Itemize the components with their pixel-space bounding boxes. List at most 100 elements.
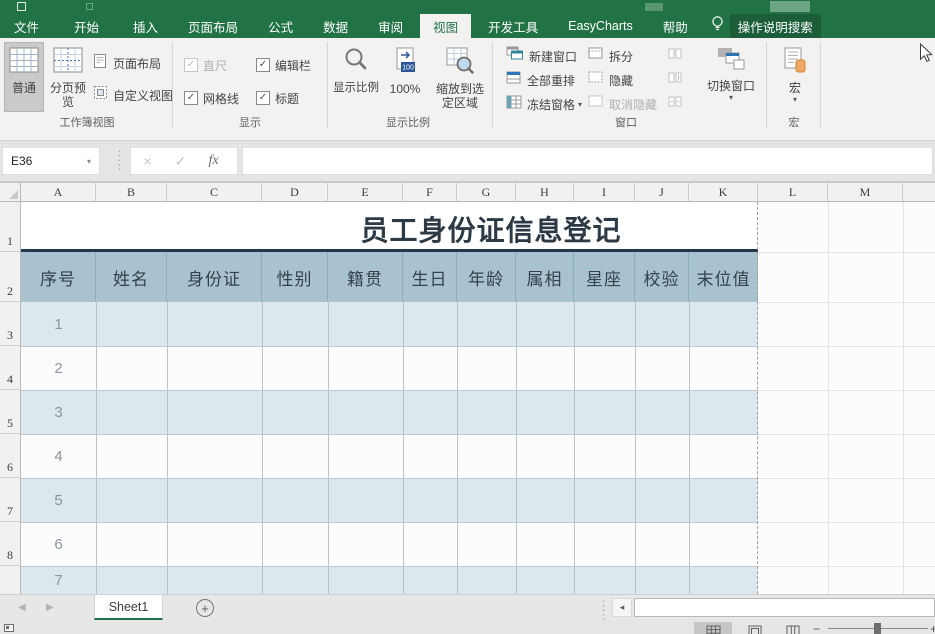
table-header-cell[interactable]: 年龄 <box>457 252 516 302</box>
drag-handle-icon[interactable]: ⋮⋮ <box>113 151 124 169</box>
gridlines-checkbox[interactable]: ✓ 网格线 <box>184 90 239 106</box>
table-row[interactable]: 4 <box>21 434 758 478</box>
insert-function-button[interactable]: fx <box>197 153 230 169</box>
serial-cell[interactable]: 3 <box>21 390 96 434</box>
table-header-cell[interactable]: 序号 <box>21 252 96 302</box>
page-layout-view-button[interactable]: 页面布局 <box>93 54 161 72</box>
macro-record-icon[interactable] <box>4 624 14 632</box>
freeze-panes-button[interactable]: 冻结窗格 ▾ <box>506 95 582 113</box>
row-header[interactable]: 8 <box>0 522 20 566</box>
status-page-break-button[interactable] <box>774 622 812 634</box>
row-header[interactable]: 2 <box>0 252 20 302</box>
normal-view-button[interactable]: 普通 <box>4 42 44 112</box>
serial-cell[interactable]: 7 <box>21 566 96 594</box>
zoom-to-selection-button[interactable]: 缩放到选定区域 <box>430 42 490 112</box>
column-header[interactable]: C <box>167 183 262 201</box>
status-page-layout-button[interactable] <box>736 622 774 634</box>
tab-help[interactable]: 帮助 <box>650 14 701 38</box>
tab-page-layout[interactable]: 页面布局 <box>175 14 251 38</box>
column-header[interactable]: E <box>328 183 403 201</box>
zoom-out-icon[interactable]: − <box>813 622 820 634</box>
column-header[interactable] <box>903 183 935 201</box>
formula-bar-checkbox[interactable]: ✓ 编辑栏 <box>256 57 311 73</box>
name-box[interactable]: E36 ▾ <box>2 147 100 175</box>
split-button[interactable]: 拆分 <box>588 47 633 65</box>
search-input[interactable]: 操作说明搜索 <box>730 14 821 39</box>
table-header-cell[interactable]: 属相 <box>516 252 574 302</box>
column-header[interactable]: I <box>574 183 635 201</box>
formula-input[interactable] <box>242 147 933 175</box>
column-header[interactable]: A <box>21 183 96 201</box>
drag-handle-icon[interactable]: ⋮⋮ <box>597 601 608 619</box>
hscroll-left-button[interactable]: ◂ <box>612 598 632 617</box>
headings-checkbox[interactable]: ✓ 标题 <box>256 90 299 106</box>
serial-cell[interactable]: 2 <box>21 346 96 390</box>
row-header[interactable]: 3 <box>0 302 20 346</box>
column-header[interactable]: J <box>635 183 689 201</box>
table-header-cell[interactable]: 身份证 <box>167 252 262 302</box>
table-row[interactable]: 1 <box>21 302 758 346</box>
table-header-cell[interactable]: 性别 <box>262 252 328 302</box>
table-header-cell[interactable]: 姓名 <box>96 252 167 302</box>
status-normal-view-button[interactable] <box>694 622 732 634</box>
tell-me-search[interactable]: 操作说明搜索 <box>711 14 821 38</box>
column-header[interactable]: G <box>457 183 516 201</box>
unhide-button[interactable]: 取消隐藏 <box>588 95 657 113</box>
serial-cell[interactable]: 4 <box>21 434 96 478</box>
zoom-button[interactable]: 显示比例 <box>332 42 380 112</box>
serial-cell[interactable]: 1 <box>21 302 96 346</box>
synchronous-scrolling-button[interactable] <box>668 71 682 89</box>
tab-data[interactable]: 数据 <box>310 14 361 38</box>
row-header[interactable]: 4 <box>0 346 20 390</box>
column-header[interactable]: H <box>516 183 574 201</box>
table-header-cell[interactable]: 校验 <box>635 252 689 302</box>
macros-button[interactable]: 宏 ▾ <box>776 42 814 112</box>
add-sheet-button[interactable]: + <box>196 599 214 617</box>
table-row[interactable]: 5 <box>21 478 758 522</box>
sheet-nav-left-icon[interactable]: ◀ <box>18 602 26 613</box>
column-header[interactable]: K <box>689 183 758 201</box>
table-row[interactable]: 6 <box>21 522 758 566</box>
hscroll-thumb[interactable] <box>634 598 935 617</box>
row-header[interactable]: 6 <box>0 434 20 478</box>
zoom-in-icon[interactable]: + <box>930 622 935 634</box>
serial-cell[interactable]: 6 <box>21 522 96 566</box>
tab-home[interactable]: 开始 <box>61 14 112 38</box>
reset-window-position-button[interactable] <box>668 95 682 113</box>
table-title-cell[interactable]: 员工身份证信息登记 <box>21 202 758 252</box>
row-header[interactable] <box>0 566 20 594</box>
switch-windows-button[interactable]: 切换窗口 ▾ <box>700 42 762 112</box>
table-header-cell[interactable]: 生日 <box>403 252 457 302</box>
row-header[interactable]: 7 <box>0 478 20 522</box>
table-row[interactable]: 3 <box>21 390 758 434</box>
view-side-by-side-button[interactable] <box>668 47 682 65</box>
name-box-dropdown-icon[interactable]: ▾ <box>87 157 91 166</box>
sheet-grid[interactable]: A B C D E F G H I J K L M 1 2 3 4 5 6 7 … <box>0 183 935 594</box>
tab-easycharts[interactable]: EasyCharts <box>555 14 646 38</box>
tab-file[interactable]: 文件 <box>0 14 53 38</box>
ruler-checkbox[interactable]: ✓ 直尺 <box>184 57 227 73</box>
table-header-cell[interactable]: 星座 <box>574 252 635 302</box>
column-header[interactable]: F <box>403 183 457 201</box>
table-header-cell[interactable]: 末位值 <box>689 252 758 302</box>
select-all-corner[interactable] <box>0 183 21 202</box>
arrange-all-button[interactable]: 全部重排 <box>506 71 575 89</box>
table-row[interactable]: 7 <box>21 566 758 594</box>
tab-review[interactable]: 审阅 <box>365 14 416 38</box>
column-header[interactable]: B <box>96 183 167 201</box>
page-break-preview-button[interactable]: 分页预览 <box>47 42 89 112</box>
column-header[interactable]: M <box>828 183 903 201</box>
tab-insert[interactable]: 插入 <box>120 14 171 38</box>
table-row[interactable]: 2 <box>21 346 758 390</box>
zoom-slider-handle[interactable] <box>874 623 881 634</box>
tab-developer[interactable]: 开发工具 <box>475 14 551 38</box>
sheet-tab-sheet1[interactable]: Sheet1 <box>94 595 163 620</box>
row-header[interactable]: 1 <box>0 202 20 252</box>
zoom-100-button[interactable]: 100 100% <box>384 42 426 112</box>
column-header[interactable]: D <box>262 183 328 201</box>
sheet-nav-right-icon[interactable]: ▶ <box>46 602 54 613</box>
tab-view[interactable]: 视图 <box>420 14 471 38</box>
hide-button[interactable]: 隐藏 <box>588 71 633 89</box>
cancel-button[interactable]: × <box>131 153 164 169</box>
custom-views-button[interactable]: 自定义视图 <box>93 86 173 104</box>
